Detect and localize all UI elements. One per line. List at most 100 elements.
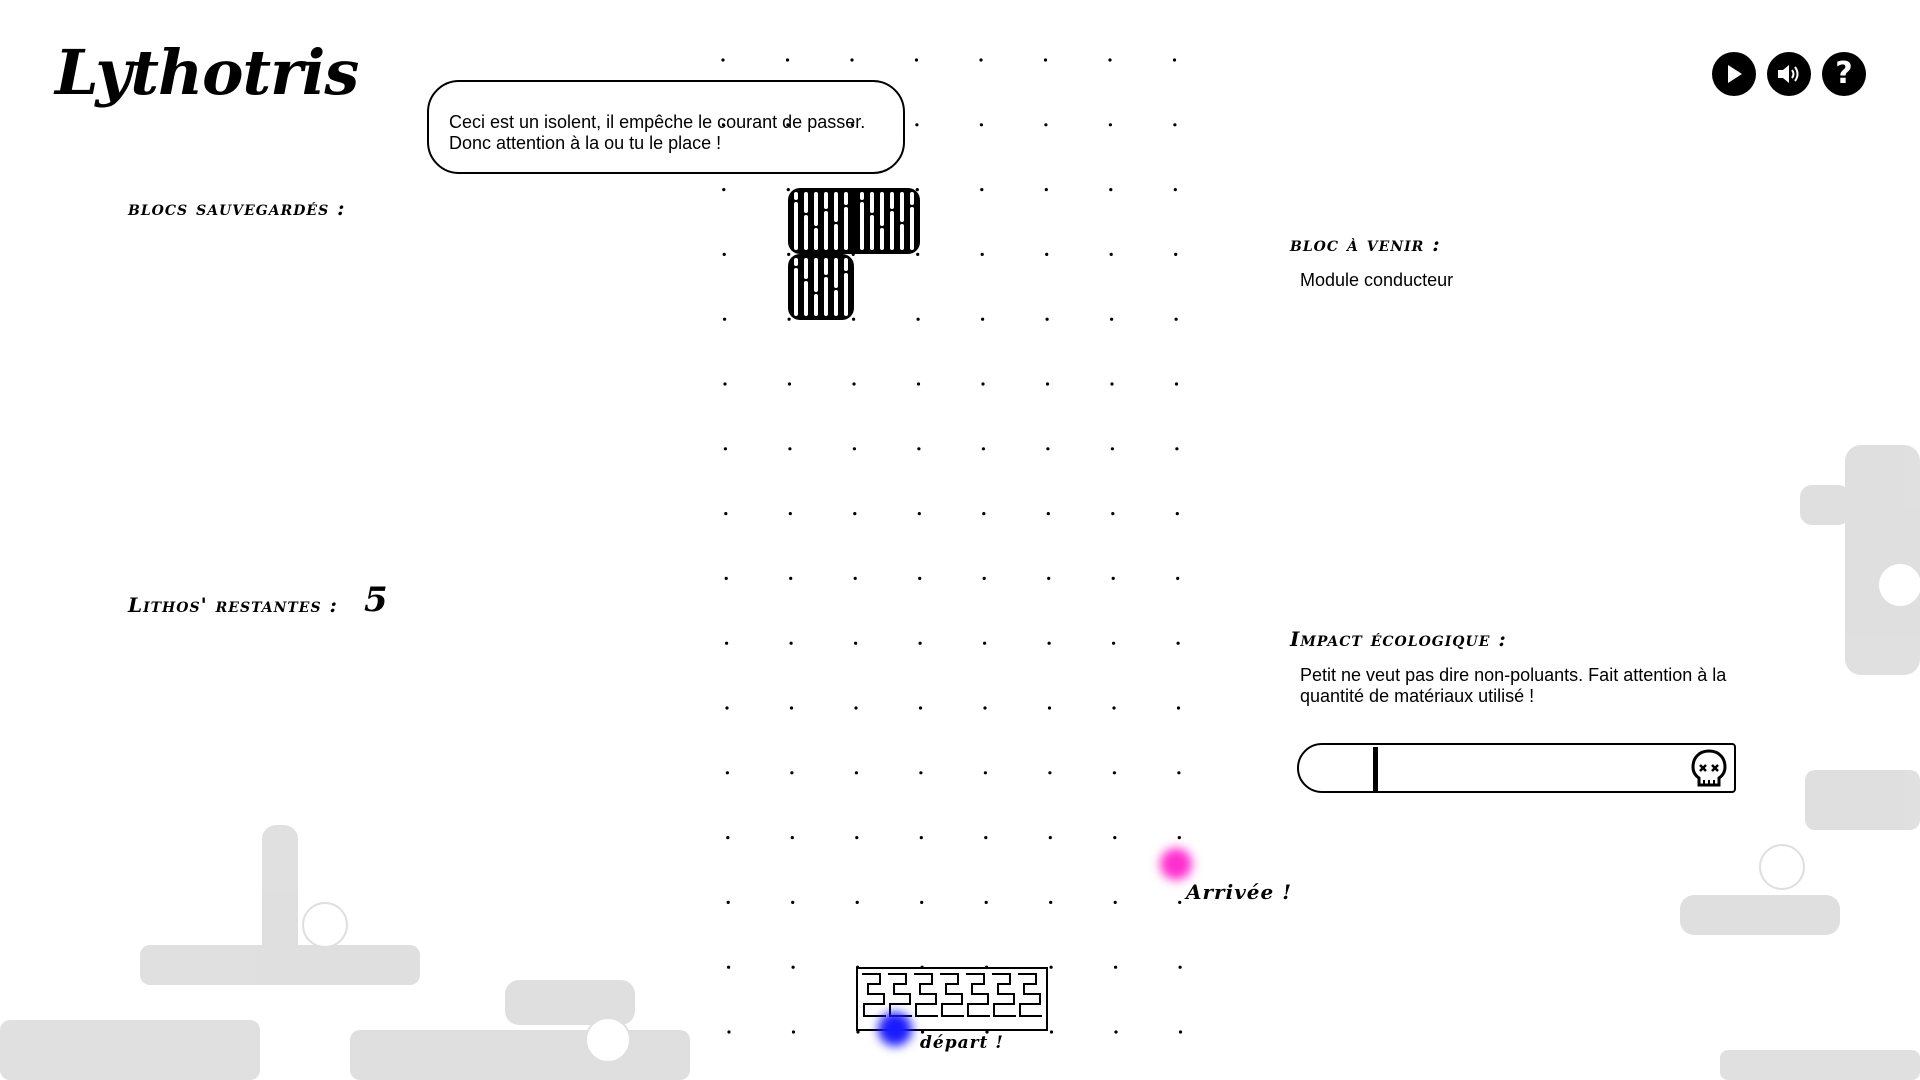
arrival-marker bbox=[1160, 848, 1192, 880]
grid-dot bbox=[1110, 317, 1114, 321]
grid-dot bbox=[1174, 252, 1178, 256]
grid-dot bbox=[1113, 836, 1117, 840]
grid-dot bbox=[1112, 641, 1116, 645]
grid-dot bbox=[853, 511, 857, 516]
grid-dot bbox=[1174, 382, 1179, 386]
grid-dot bbox=[915, 123, 919, 127]
grid-dot bbox=[983, 641, 987, 645]
grid-dot bbox=[982, 576, 986, 581]
grid-dot bbox=[723, 447, 728, 451]
grid-dot bbox=[855, 836, 859, 840]
grid-dot bbox=[1045, 382, 1050, 386]
grid-dot bbox=[722, 188, 726, 192]
start-marker bbox=[878, 1012, 912, 1046]
grid-dot bbox=[981, 447, 986, 451]
grid-dot bbox=[788, 511, 792, 516]
grid-dot bbox=[1172, 58, 1177, 62]
grid-dot bbox=[786, 123, 790, 127]
grid-dot bbox=[1114, 1030, 1118, 1034]
grid-dot bbox=[1174, 317, 1178, 321]
grid-dot bbox=[1044, 123, 1048, 127]
grid-dot bbox=[721, 123, 726, 127]
grid-dot bbox=[852, 317, 856, 321]
grid-dot bbox=[984, 836, 988, 840]
grid-dot bbox=[852, 447, 857, 451]
grid-dot bbox=[981, 317, 985, 321]
grid-dot bbox=[1047, 576, 1051, 581]
grid-dot bbox=[1110, 447, 1114, 451]
grid-dot bbox=[789, 641, 793, 645]
grid-dot bbox=[790, 771, 794, 775]
grid-dot bbox=[1173, 123, 1177, 127]
grid-dot bbox=[1047, 706, 1052, 710]
grid-dot bbox=[915, 188, 919, 192]
grid-dot bbox=[1112, 771, 1116, 775]
grid-dot bbox=[917, 511, 921, 516]
grid-dot bbox=[725, 641, 729, 645]
grid-dot bbox=[854, 771, 859, 775]
grid-dot bbox=[789, 576, 793, 581]
grid-dot bbox=[1045, 317, 1049, 321]
grid-dot bbox=[916, 382, 921, 386]
grid-dot bbox=[1049, 900, 1053, 905]
grid-dot bbox=[726, 900, 730, 905]
grid-dot bbox=[981, 382, 985, 386]
grid-dot bbox=[1113, 900, 1117, 905]
grid-dot bbox=[850, 123, 855, 127]
grid-dot bbox=[1046, 511, 1050, 516]
grid-dot bbox=[984, 900, 988, 905]
grid-dot bbox=[1043, 58, 1048, 62]
grid-dot bbox=[723, 382, 727, 386]
grid-dot bbox=[722, 252, 726, 256]
grid-dot bbox=[1178, 900, 1182, 905]
grid-dot bbox=[727, 1030, 731, 1034]
grid-dot bbox=[1177, 771, 1181, 775]
game-board[interactable] bbox=[0, 0, 1920, 1080]
grid-dot bbox=[726, 836, 730, 840]
grid-dot bbox=[855, 900, 859, 905]
grid-dot bbox=[919, 836, 923, 840]
grid-dot bbox=[982, 511, 986, 516]
grid-dot bbox=[916, 252, 920, 256]
grid-dot bbox=[1175, 511, 1179, 516]
grid-dot bbox=[850, 58, 854, 62]
grid-dot bbox=[918, 576, 922, 581]
grid-dot bbox=[1109, 188, 1113, 192]
grid-dot bbox=[918, 706, 923, 710]
grid-dot bbox=[1048, 836, 1052, 840]
grid-dot bbox=[1046, 447, 1050, 451]
grid-dot bbox=[1109, 252, 1113, 256]
grid-dot bbox=[1049, 965, 1053, 969]
grid-dot bbox=[723, 317, 727, 321]
grid-dot bbox=[1044, 188, 1048, 192]
grid-dot bbox=[787, 252, 791, 256]
grid-dot bbox=[1176, 641, 1180, 645]
grid-dot bbox=[724, 511, 728, 516]
grid-dot bbox=[1176, 706, 1181, 710]
grid-dot bbox=[721, 58, 725, 62]
grid-dot bbox=[1175, 447, 1179, 451]
grid-dot bbox=[980, 252, 984, 256]
grid-dot bbox=[788, 447, 792, 451]
grid-dot bbox=[787, 317, 791, 321]
grid-dot bbox=[787, 382, 792, 386]
grid-dot bbox=[791, 1030, 796, 1034]
grid-dot bbox=[983, 706, 987, 710]
grid-dot bbox=[980, 188, 984, 192]
grid-dot bbox=[725, 706, 729, 710]
grid-dot bbox=[919, 771, 923, 775]
grid-dot bbox=[916, 317, 920, 321]
grid-dot bbox=[791, 965, 795, 969]
grid-dot bbox=[789, 706, 794, 710]
grid-dot bbox=[1176, 576, 1180, 581]
grid-dot bbox=[1178, 965, 1182, 969]
grid-dot bbox=[983, 771, 988, 775]
grid-dot bbox=[1047, 641, 1051, 645]
grid-dot bbox=[785, 58, 790, 62]
grid-dot bbox=[727, 965, 731, 969]
grid-dot bbox=[1173, 188, 1177, 192]
grid-dot bbox=[1177, 836, 1181, 840]
grid-dot bbox=[1114, 965, 1118, 969]
insulator-block-piece[interactable] bbox=[788, 188, 920, 320]
grid-dot bbox=[786, 188, 790, 192]
